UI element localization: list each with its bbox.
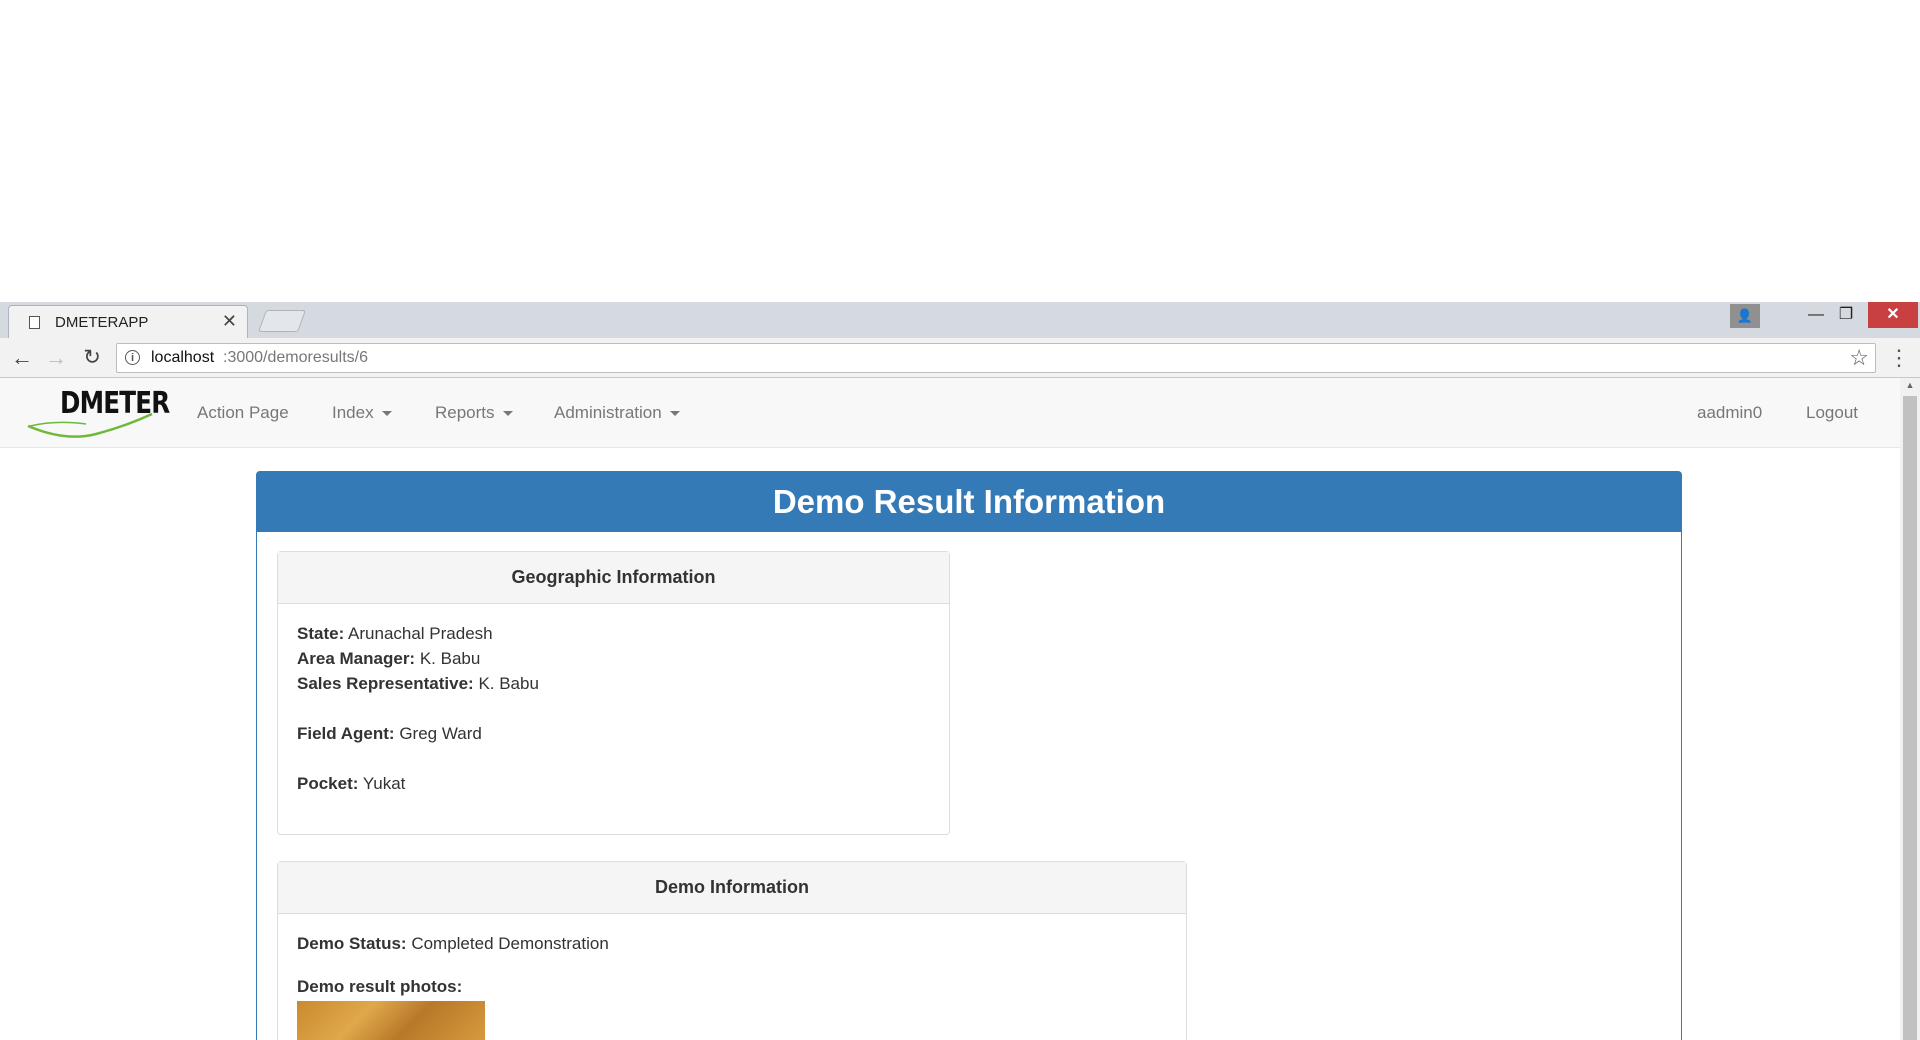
maximize-window-button[interactable]: ❐ [1826, 302, 1866, 328]
area-manager-value: K. Babu [419, 649, 481, 668]
leaf-swoosh-icon [27, 412, 153, 438]
pocket-label: Pocket: [297, 774, 359, 793]
page-title: Demo Result Information [257, 472, 1681, 532]
sales-rep-field: Sales Representative: K. Babu [297, 674, 539, 694]
nav-user[interactable]: aadmin0 [1697, 403, 1762, 423]
demo-status-value: Completed Demonstration [411, 934, 609, 953]
page-viewport: DMETER Action Page Index Reports Adminis… [0, 378, 1900, 1040]
url-host: localhost [151, 349, 215, 366]
demo-info-panel: Demo Information Demo Status: Completed … [277, 861, 1187, 1040]
nav-administration-dropdown[interactable]: Administration [554, 403, 680, 423]
forward-arrow-icon[interactable]: → [42, 344, 70, 372]
caret-down-icon [502, 411, 513, 417]
back-arrow-icon[interactable]: ← [8, 344, 36, 372]
page-icon [29, 316, 40, 329]
info-icon[interactable]: i [125, 350, 140, 365]
close-tab-icon[interactable]: ✕ [222, 311, 237, 332]
caret-down-icon [381, 411, 392, 417]
nav-index-label: Index [332, 403, 374, 422]
site-navbar: DMETER Action Page Index Reports Adminis… [0, 378, 1900, 448]
state-value: Arunachal Pradesh [348, 624, 493, 643]
pocket-field: Pocket: Yukat [297, 774, 405, 794]
area-manager-field: Area Manager: K. Babu [297, 649, 480, 669]
profile-icon[interactable]: 👤 [1730, 304, 1760, 328]
nav-action-page[interactable]: Action Page [197, 403, 289, 423]
demo-result-photo[interactable] [297, 1001, 485, 1040]
state-field: State: Arunachal Pradesh [297, 624, 493, 644]
desktop-blank-area [0, 0, 1920, 302]
caret-down-icon [669, 411, 680, 417]
scroll-up-arrow-icon[interactable]: ▲ [1900, 380, 1920, 394]
scrollbar-thumb[interactable] [1903, 396, 1917, 1040]
sales-rep-label: Sales Representative: [297, 674, 474, 693]
demo-photos-label: Demo result photos: [297, 977, 463, 996]
demo-result-panel: Demo Result Information Geographic Infor… [256, 471, 1682, 1040]
bookmark-star-icon[interactable]: ☆ [1849, 345, 1869, 371]
field-agent-label: Field Agent: [297, 724, 395, 743]
tab-title: DMETERAPP [55, 314, 149, 331]
geographic-info-panel: Geographic Information State: Arunachal … [277, 551, 950, 835]
browser-tab[interactable]: DMETERAPP ✕ [8, 305, 248, 338]
sales-rep-value: K. Babu [478, 674, 539, 693]
url-path: :3000/demoresults/6 [223, 349, 368, 366]
browser-toolbar: ← → ↻ i localhost :3000/demoresults/6 ☆ … [0, 338, 1920, 378]
new-tab-button[interactable] [257, 310, 307, 332]
browser-window: DMETERAPP ✕ 👤 — ❐ ✕ ← → ↻ i localhost :3… [0, 302, 1920, 1040]
nav-logout[interactable]: Logout [1806, 403, 1858, 423]
state-label: State: [297, 624, 345, 643]
nav-reports-dropdown[interactable]: Reports [435, 403, 513, 423]
demo-photos-field: Demo result photos: [297, 977, 462, 997]
tab-strip: DMETERAPP ✕ 👤 — ❐ ✕ [0, 302, 1920, 338]
field-agent-value: Greg Ward [399, 724, 482, 743]
demo-status-label: Demo Status: [297, 934, 407, 953]
dmeter-logo[interactable]: DMETER [26, 384, 170, 442]
page-scrollbar[interactable]: ▲ [1900, 378, 1920, 1040]
close-window-button[interactable]: ✕ [1868, 302, 1918, 328]
pocket-value: Yukat [362, 774, 406, 793]
field-agent-field: Field Agent: Greg Ward [297, 724, 482, 744]
nav-index-dropdown[interactable]: Index [332, 403, 392, 423]
area-manager-label: Area Manager: [297, 649, 416, 668]
browser-menu-icon[interactable]: ⋮ [1888, 344, 1910, 372]
demo-info-title: Demo Information [278, 862, 1186, 914]
nav-administration-label: Administration [554, 403, 662, 422]
nav-reports-label: Reports [435, 403, 495, 422]
address-bar[interactable]: i localhost :3000/demoresults/6 ☆ [116, 343, 1876, 373]
reload-icon[interactable]: ↻ [78, 344, 106, 372]
demo-status-field: Demo Status: Completed Demonstration [297, 934, 609, 954]
geographic-info-title: Geographic Information [278, 552, 949, 604]
